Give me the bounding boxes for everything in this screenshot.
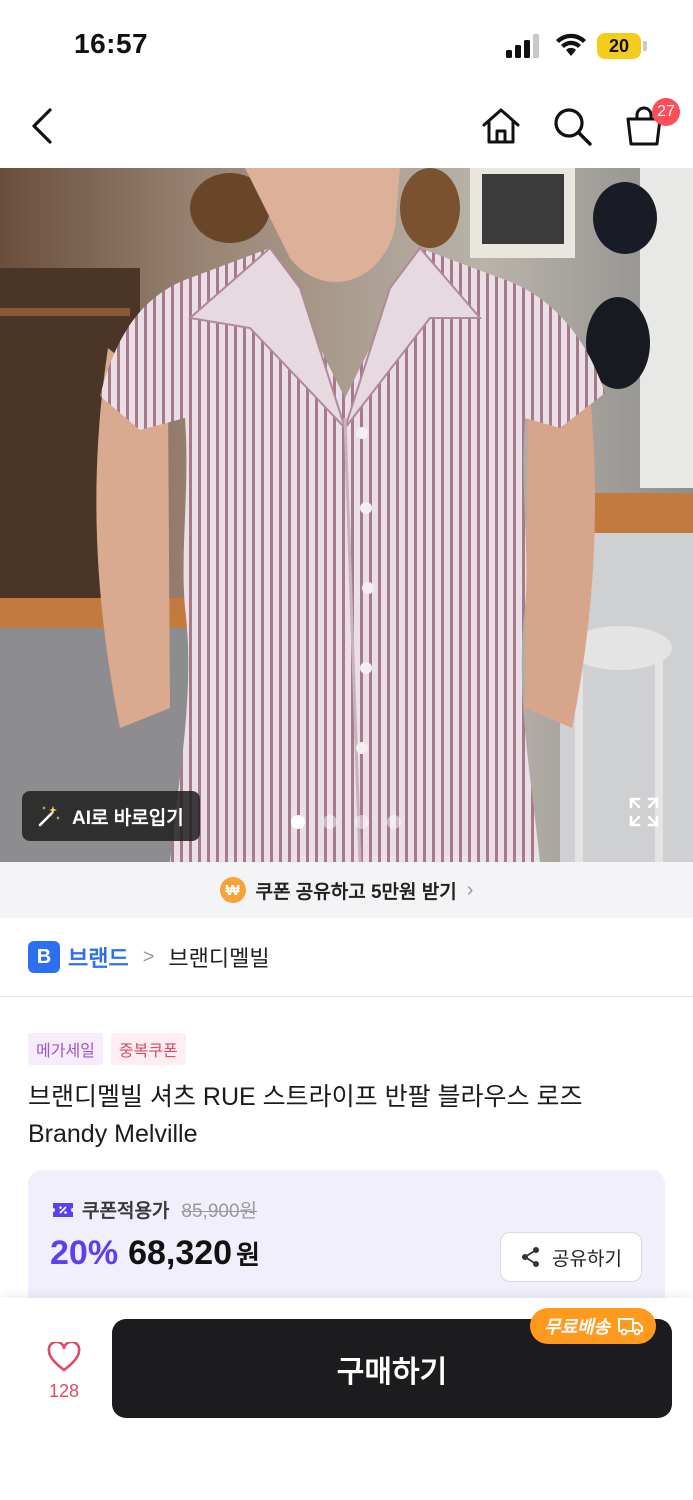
brand-label[interactable]: 브랜드 (68, 941, 129, 973)
free-shipping-label: 무료배송 (544, 1317, 611, 1337)
free-shipping-badge: 무료배송 (530, 1308, 657, 1344)
product-title-line: Brandy Melville (28, 1120, 198, 1148)
cart-count-badge: 27 (652, 98, 680, 126)
magic-wand-icon (38, 806, 60, 827)
heart-icon (47, 1340, 81, 1372)
coupon-ticket-icon (53, 1202, 73, 1217)
product-photo (0, 168, 693, 862)
bottom-action-bar: 128 구매하기 무료배송 (0, 1298, 693, 1500)
search-icon[interactable] (550, 104, 594, 148)
carousel-dot[interactable] (291, 815, 305, 829)
fullscreen-expand-icon[interactable] (628, 796, 660, 828)
final-price-row: 20% 68,320 원 (50, 1234, 260, 1273)
delivery-truck-icon (618, 1318, 644, 1336)
coupon-price-row: 쿠폰적용가 85,900원 (52, 1196, 257, 1223)
share-label: 공유하기 (552, 1248, 622, 1270)
share-button[interactable]: 공유하기 (500, 1232, 642, 1282)
product-title: 브랜디멜빌 셔츠 RUE 스트라이프 반팔 블라우스 로즈 Brandy Mel… (28, 1079, 668, 1153)
ai-try-on-button[interactable]: AI로 바로입기 (22, 791, 200, 841)
original-price: 85,900원 (181, 1201, 257, 1222)
discount-rate: 20% (50, 1234, 119, 1272)
status-time: 16:57 (74, 28, 149, 59)
battery-level: 20 (597, 33, 641, 59)
signal-icon (506, 34, 539, 58)
product-image-carousel[interactable] (0, 168, 693, 862)
final-price: 68,320 (128, 1234, 233, 1272)
product-title-line: 브랜디멜빌 셔츠 RUE 스트라이프 반팔 블라우스 로즈 (28, 1083, 583, 1111)
currency-unit: 원 (236, 1240, 260, 1270)
carousel-dot[interactable] (323, 815, 337, 829)
carousel-indicator (291, 815, 401, 829)
status-bar: 16:57 20 (0, 0, 693, 90)
like-button[interactable]: 128 (38, 1340, 90, 1402)
coupon-share-banner[interactable]: ₩ 쿠폰 공유하고 5만원 받기 › (0, 862, 693, 918)
like-count: 128 (48, 1381, 80, 1401)
won-coin-icon: ₩ (219, 877, 246, 903)
breadcrumb-separator: > (142, 945, 155, 968)
coupon-share-text: 쿠폰 공유하고 5만원 받기 (255, 881, 457, 903)
coupon-price-label: 쿠폰적용가 (82, 1201, 170, 1222)
wifi-icon (556, 33, 586, 56)
ai-try-on-label: AI로 바로입기 (72, 807, 184, 829)
home-icon[interactable] (479, 104, 523, 148)
battery-icon: 20 (597, 33, 647, 59)
brand-badge-icon: B (28, 941, 60, 973)
carousel-dot[interactable] (355, 815, 369, 829)
mega-sale-tag: 메가세일 (28, 1033, 103, 1065)
back-arrow-icon[interactable] (24, 104, 60, 148)
product-tags: 메가세일 중복쿠폰 (28, 1033, 186, 1065)
brand-name-link[interactable]: 브랜디멜빌 (168, 941, 269, 973)
carousel-dot[interactable] (387, 815, 401, 829)
brand-breadcrumb[interactable]: B 브랜드 > 브랜디멜빌 (0, 918, 693, 997)
share-icon (522, 1247, 540, 1267)
double-coupon-tag: 중복쿠폰 (110, 1033, 186, 1065)
chevron-right-icon: › (466, 878, 474, 901)
top-nav: 27 (0, 90, 693, 168)
